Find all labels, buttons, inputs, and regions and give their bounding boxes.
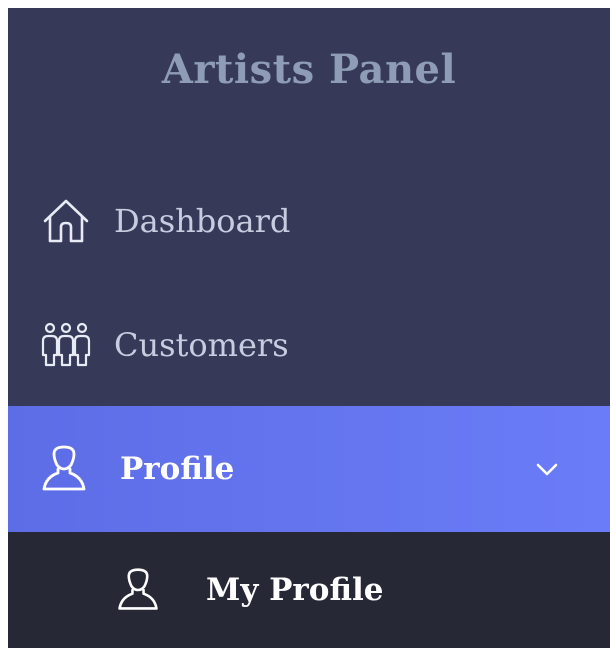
people-group-icon <box>40 319 92 371</box>
sidebar-item-label: Profile <box>120 451 235 487</box>
sidebar-item-dashboard[interactable]: Dashboard <box>8 158 610 284</box>
brand-title: Artists Panel <box>161 46 457 93</box>
user-icon <box>38 443 90 495</box>
sidebar-item-customers[interactable]: Customers <box>8 282 610 408</box>
sidebar-item-profile[interactable]: Profile <box>8 406 610 532</box>
sidebar: Artists Panel Dashboard Customers Profil… <box>8 8 610 648</box>
submenu-item-label: My Profile <box>206 572 384 608</box>
sidebar-item-label: Customers <box>114 326 289 364</box>
sidebar-item-label: Dashboard <box>114 202 291 240</box>
user-icon <box>114 566 162 614</box>
profile-submenu: My Profile <box>8 532 610 648</box>
submenu-item-my-profile[interactable]: My Profile <box>8 532 610 648</box>
home-icon <box>40 195 92 247</box>
chevron-down-icon[interactable] <box>534 456 560 482</box>
